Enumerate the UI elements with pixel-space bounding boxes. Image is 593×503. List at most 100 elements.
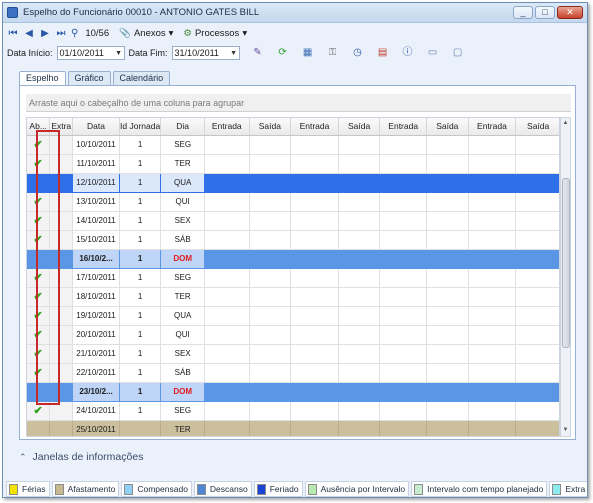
jornada-cell[interactable]: 1 (119, 363, 162, 383)
entrada-cell[interactable] (204, 287, 250, 307)
jornada-cell[interactable]: 1 (119, 306, 162, 326)
saida-cell[interactable] (515, 154, 559, 174)
day-cell[interactable]: SEG (160, 401, 205, 421)
jornada-cell[interactable]: 1 (119, 154, 162, 174)
saida-cell[interactable] (426, 173, 469, 193)
saida-cell[interactable] (515, 249, 559, 269)
table-row[interactable]: ✔ 15/10/2011 1 SÁB (27, 230, 559, 250)
entrada-cell[interactable] (204, 306, 250, 326)
entrada-cell[interactable] (379, 287, 428, 307)
report-icon[interactable]: ▦ (302, 47, 314, 59)
day-cell[interactable]: QUA (160, 173, 205, 193)
col-header-saida-1[interactable]: Saída (249, 118, 292, 136)
window-icon[interactable]: ▢ (452, 47, 464, 59)
entrada-cell[interactable] (379, 325, 428, 345)
date-dropdown-icon[interactable]: ▼ (229, 50, 239, 57)
entrada-cell[interactable] (290, 401, 339, 421)
clock-icon[interactable]: ◷ (352, 47, 364, 59)
jornada-cell[interactable]: 1 (119, 382, 162, 402)
col-header-saida-2[interactable]: Saída (338, 118, 381, 136)
date-cell[interactable]: 23/10/2... (72, 382, 120, 402)
saida-cell[interactable] (249, 249, 292, 269)
saida-cell[interactable] (249, 230, 292, 250)
binoculars-search-icon[interactable]: ⚲ (71, 28, 78, 39)
entrada-cell[interactable] (379, 382, 428, 402)
saida-cell[interactable] (249, 382, 292, 402)
table-row[interactable]: ✔ 10/10/2011 1 SEG (27, 135, 559, 155)
entrada-cell[interactable] (204, 268, 250, 288)
entrada-cell[interactable] (204, 363, 250, 383)
next-record-icon[interactable]: ▶ (39, 28, 51, 39)
saida-cell[interactable] (249, 173, 292, 193)
saida-cell[interactable] (338, 211, 381, 231)
entrada-cell[interactable] (204, 173, 250, 193)
entrada-cell[interactable] (468, 306, 517, 326)
tab-calendario[interactable]: Calendário (112, 71, 171, 85)
date-cell[interactable]: 13/10/2011 (72, 192, 120, 212)
info-panel-header[interactable]: ⌃ Janelas de informações (19, 451, 143, 463)
date-dropdown-icon[interactable]: ▼ (114, 50, 124, 57)
col-header-entrada-1[interactable]: Entrada (204, 118, 250, 136)
saida-cell[interactable] (426, 344, 469, 364)
date-cell[interactable]: 19/10/2011 (72, 306, 120, 326)
saida-cell[interactable] (515, 401, 559, 421)
saida-cell[interactable] (338, 306, 381, 326)
entrada-cell[interactable] (379, 363, 428, 383)
date-cell[interactable]: 15/10/2011 (72, 230, 120, 250)
date-cell[interactable]: 21/10/2011 (72, 344, 120, 364)
saida-cell[interactable] (426, 401, 469, 421)
entrada-cell[interactable] (204, 344, 250, 364)
entrada-cell[interactable] (290, 363, 339, 383)
saida-cell[interactable] (338, 268, 381, 288)
saida-cell[interactable] (426, 154, 469, 174)
expand-chevron-icon[interactable]: ⌃ (19, 452, 27, 463)
scroll-up-icon[interactable]: ▲ (561, 118, 570, 129)
entrada-cell[interactable] (290, 306, 339, 326)
scroll-thumb[interactable] (562, 178, 570, 348)
saida-cell[interactable] (426, 306, 469, 326)
scroll-down-icon[interactable]: ▼ (561, 425, 570, 436)
saida-cell[interactable] (249, 344, 292, 364)
saida-cell[interactable] (515, 268, 559, 288)
saida-cell[interactable] (338, 192, 381, 212)
anexos-menu[interactable]: 📎 Anexos ▾ (116, 28, 176, 39)
entrada-cell[interactable] (379, 192, 428, 212)
entrada-cell[interactable] (290, 192, 339, 212)
entrada-cell[interactable] (379, 154, 428, 174)
entrada-cell[interactable] (379, 135, 428, 155)
edit-icon[interactable]: ✎ (252, 47, 264, 59)
date-cell[interactable]: 18/10/2011 (72, 287, 120, 307)
table-row[interactable]: ✔ 13/10/2011 1 QUI (27, 192, 559, 212)
entrada-cell[interactable] (290, 173, 339, 193)
saida-cell[interactable] (426, 287, 469, 307)
day-cell[interactable]: SÁB (160, 363, 205, 383)
saida-cell[interactable] (249, 135, 292, 155)
entrada-cell[interactable] (379, 401, 428, 421)
entrada-cell[interactable] (290, 268, 339, 288)
day-cell[interactable]: SÁB (160, 230, 205, 250)
col-header-id-jornada[interactable]: Id Jornada (119, 118, 162, 136)
date-cell[interactable]: 10/10/2011 (72, 135, 120, 155)
entrada-cell[interactable] (468, 135, 517, 155)
col-header-dia[interactable]: Dia (160, 118, 205, 136)
saida-cell[interactable] (515, 306, 559, 326)
entrada-cell[interactable] (379, 344, 428, 364)
day-cell[interactable]: SEG (160, 268, 205, 288)
saida-cell[interactable] (338, 401, 381, 421)
day-cell[interactable]: DOM (160, 249, 205, 269)
entrada-cell[interactable] (290, 230, 339, 250)
table-row[interactable]: ✔ 19/10/2011 1 QUA (27, 306, 559, 326)
maximize-button[interactable]: □ (535, 6, 555, 19)
saida-cell[interactable] (338, 382, 381, 402)
day-cell[interactable]: SEG (160, 135, 205, 155)
day-cell[interactable]: QUI (160, 192, 205, 212)
saida-cell[interactable] (515, 230, 559, 250)
entrada-cell[interactable] (379, 268, 428, 288)
saida-cell[interactable] (249, 306, 292, 326)
jornada-cell[interactable]: 1 (119, 401, 162, 421)
jornada-cell[interactable]: 1 (119, 173, 162, 193)
table-row[interactable]: ✔ 18/10/2011 1 TER (27, 287, 559, 307)
entrada-cell[interactable] (468, 192, 517, 212)
entrada-cell[interactable] (468, 382, 517, 402)
document-alert-icon[interactable]: ▤ (377, 47, 389, 59)
